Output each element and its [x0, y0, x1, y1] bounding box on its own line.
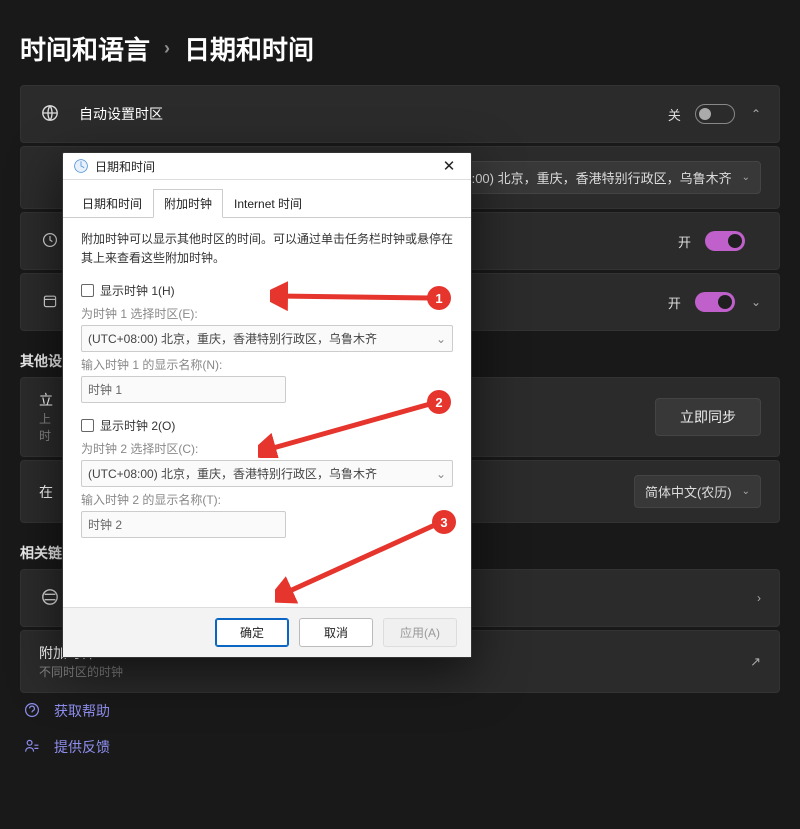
clock2-block: 显示时钟 2(O) 为时钟 2 选择时区(C): (UTC+08:00) 北京，… [81, 417, 453, 538]
clock2-tz-select[interactable]: (UTC+08:00) 北京，重庆，香港特别行政区，乌鲁木齐 ⌄ [81, 460, 453, 487]
tab-internet-time[interactable]: Internet 时间 [223, 189, 313, 218]
apply-button[interactable]: 应用(A) [383, 618, 457, 647]
clock1-tz-value: (UTC+08:00) 北京，重庆，香港特别行政区，乌鲁木齐 [88, 330, 377, 347]
clock1-name-label: 输入时钟 1 的显示名称(N): [81, 356, 453, 373]
breadcrumb: 时间和语言 › 日期和时间 [0, 0, 800, 85]
help-icon [24, 702, 40, 721]
chevron-right-icon: › [164, 38, 170, 59]
chevron-down-icon: ⌄ [742, 486, 750, 497]
additional-clocks-sub: 不同时区的时钟 [39, 663, 750, 680]
dialog-title: 日期和时间 [95, 158, 435, 175]
tab-date-time[interactable]: 日期和时间 [71, 189, 153, 218]
link-label: 获取帮助 [54, 701, 110, 721]
checkbox-show-clock2[interactable] [81, 419, 94, 432]
clock1-name-input[interactable]: 时钟 1 [81, 376, 286, 403]
dialog-button-bar: 确定 取消 应用(A) [63, 607, 471, 657]
clock2-name-label: 输入时钟 2 的显示名称(T): [81, 491, 453, 508]
row-state: 关 [668, 105, 681, 124]
chevron-right-icon: › [757, 591, 761, 605]
clock-globe-icon [73, 158, 89, 174]
chevron-up-icon[interactable]: ⌃ [751, 107, 761, 121]
feedback-icon [24, 738, 40, 757]
link-get-help[interactable]: 获取帮助 [0, 693, 800, 729]
breadcrumb-root[interactable]: 时间和语言 [20, 30, 150, 67]
tab-additional-clocks[interactable]: 附加时钟 [153, 189, 223, 218]
dialog-intro: 附加时钟可以显示其他时区的时间。可以通过单击任务栏时钟或悬停在其上来查看这些附加… [81, 230, 453, 268]
breadcrumb-leaf: 日期和时间 [184, 30, 314, 67]
clock1-tz-select[interactable]: (UTC+08:00) 北京，重庆，香港特别行政区，乌鲁木齐 ⌄ [81, 325, 453, 352]
chevron-down-icon[interactable]: ⌄ [751, 295, 761, 309]
clock2-tz-label: 为时钟 2 选择时区(C): [81, 440, 453, 457]
open-external-icon: ↗ [750, 654, 761, 670]
toggle-option-3[interactable] [695, 292, 735, 312]
dialog-body: 附加时钟可以显示其他时区的时间。可以通过单击任务栏时钟或悬停在其上来查看这些附加… [63, 218, 471, 560]
row-label: 自动设置时区 [79, 104, 668, 124]
clock1-block: 显示时钟 1(H) 为时钟 1 选择时区(E): (UTC+08:00) 北京，… [81, 282, 453, 403]
calendar-icon [39, 293, 61, 312]
chevron-down-icon: ⌄ [436, 332, 446, 346]
checkbox-show-clock1[interactable] [81, 284, 94, 297]
clock-icon [39, 232, 61, 251]
checkbox-label: 显示时钟 2(O) [100, 417, 175, 434]
clock1-tz-label: 为时钟 1 选择时区(E): [81, 305, 453, 322]
row-auto-timezone[interactable]: 自动设置时区 关 ⌃ [20, 85, 780, 143]
close-button[interactable]: ✕ [435, 157, 463, 175]
cancel-button[interactable]: 取消 [299, 618, 373, 647]
link-label: 提供反馈 [54, 737, 110, 757]
link-feedback[interactable]: 提供反馈 [0, 729, 800, 765]
language-icon [39, 588, 61, 609]
toggle-option-2[interactable] [705, 231, 745, 251]
chevron-down-icon: ⌄ [742, 172, 750, 183]
sync-now-button[interactable]: 立即同步 [655, 398, 761, 436]
globe-icon [39, 104, 61, 125]
toggle-auto-timezone[interactable] [695, 104, 735, 124]
dialog-titlebar: 日期和时间 ✕ [63, 153, 471, 180]
clock2-name-input[interactable]: 时钟 2 [81, 511, 286, 538]
ok-button[interactable]: 确定 [215, 618, 289, 647]
checkbox-label: 显示时钟 1(H) [100, 282, 175, 299]
taskbar-calendar-dropdown[interactable]: 简体中文(农历) ⌄ [634, 475, 761, 508]
row-state: 开 [678, 232, 691, 251]
row-state: 开 [668, 293, 681, 312]
chevron-down-icon: ⌄ [436, 467, 446, 481]
dialog-tabs: 日期和时间 附加时钟 Internet 时间 [63, 180, 471, 218]
dialog-date-time: 日期和时间 ✕ 日期和时间 附加时钟 Internet 时间 附加时钟可以显示其… [62, 152, 472, 658]
taskbar-calendar-value: 简体中文(农历) [645, 482, 732, 501]
clock2-tz-value: (UTC+08:00) 北京，重庆，香港特别行政区，乌鲁木齐 [88, 465, 377, 482]
